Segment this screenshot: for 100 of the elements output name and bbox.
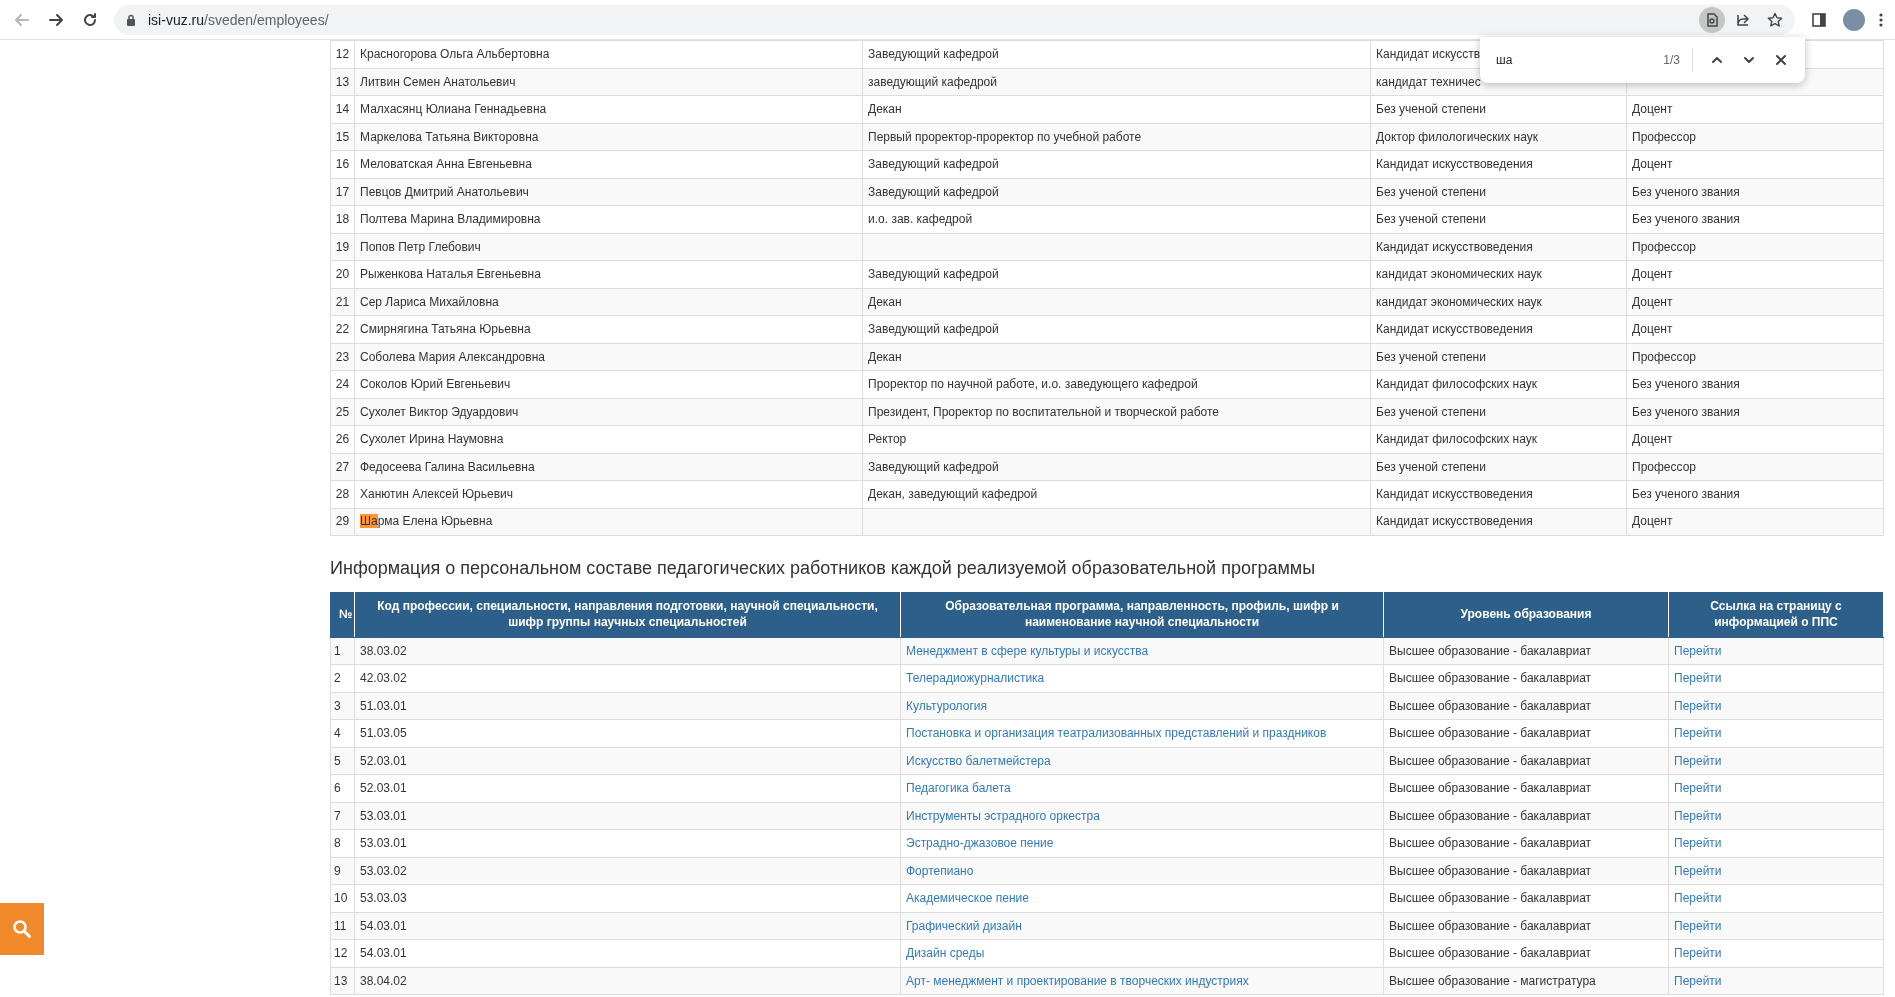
program-link[interactable]: Фортепиано xyxy=(906,863,974,878)
table-cell: Ректор xyxy=(862,425,1371,453)
staff-page-link[interactable]: Перейти xyxy=(1674,863,1722,878)
table-cell: Президент, Проректор по воспитательной и творческой работе xyxy=(862,398,1371,426)
column-header: Код профессии, специальности, направления подготовки, научной специальности, шифр группы научных специальностей xyxy=(354,592,901,637)
staff-page-link[interactable]: Перейти xyxy=(1674,946,1722,961)
table-cell: Смирнягина Татьяна Юрьевна xyxy=(354,315,863,343)
table-cell: Без ученой степени xyxy=(1370,178,1627,206)
staff-page-link[interactable]: Перейти xyxy=(1674,836,1722,851)
staff-page-link[interactable]: Перейти xyxy=(1674,726,1722,741)
table-cell: Доцент xyxy=(1626,315,1884,343)
table-cell: Высшее образование - бакалавриат xyxy=(1383,939,1669,967)
table-cell: Высшее образование - бакалавриат xyxy=(1383,774,1669,802)
program-link[interactable]: Педагогика балета xyxy=(906,781,1011,796)
column-header: Образовательная программа, направленность, профиль, шифр и наименование научной специальности xyxy=(900,592,1384,637)
program-link[interactable]: Культурология xyxy=(906,698,987,713)
table-cell: Кандидат философских наук xyxy=(1370,370,1627,398)
row-number: 29 xyxy=(330,508,355,535)
program-link[interactable]: Дизайн среды xyxy=(906,946,985,961)
row-number: 20 xyxy=(330,260,355,288)
table-cell: Доцент xyxy=(1626,508,1884,535)
row-number: 16 xyxy=(330,150,355,178)
table-cell: Заведующий кафедрой xyxy=(862,150,1371,178)
table-cell: заведующий кафедрой xyxy=(862,68,1371,96)
table-cell: Красногорова Ольга Альбертовна xyxy=(354,40,863,68)
table-cell: Федосеева Галина Васильевна xyxy=(354,453,863,481)
table-cell: Без ученой степени xyxy=(1370,398,1627,426)
program-link[interactable]: Графический дизайн xyxy=(906,918,1022,933)
table-cell: Доцент xyxy=(1626,425,1884,453)
table-cell: Высшее образование - бакалавриат xyxy=(1383,802,1669,830)
staff-page-link[interactable]: Перейти xyxy=(1674,808,1722,823)
program-link[interactable]: Академическое пение xyxy=(906,891,1029,906)
table-cell: Кандидат искусствоведения xyxy=(1370,233,1627,261)
table-cell: 38.03.02 xyxy=(354,637,901,665)
table-cell: 54.03.01 xyxy=(354,939,901,967)
table-cell: кандидат экономических наук xyxy=(1370,260,1627,288)
table-cell: Доцент xyxy=(1626,260,1884,288)
table-cell: Соболева Мария Александровна xyxy=(354,343,863,371)
row-number: 17 xyxy=(330,178,355,206)
table-cell: Профессор xyxy=(1626,343,1884,371)
staff-page-link[interactable]: Перейти xyxy=(1674,671,1722,686)
row-number: 11 xyxy=(330,912,355,940)
table-cell: кандидат экономических наук xyxy=(1370,288,1627,316)
staff-page-link[interactable]: Перейти xyxy=(1674,891,1722,906)
lock-icon xyxy=(126,13,136,26)
table-cell: Рыженкова Наталья Евгеньевна xyxy=(354,260,863,288)
table-cell: Заведующий кафедрой xyxy=(862,315,1371,343)
search-icon xyxy=(12,919,32,939)
table-cell: Без ученого звания xyxy=(1626,480,1884,508)
staff-page-link[interactable]: Перейти xyxy=(1674,698,1722,713)
table-cell: Декан xyxy=(862,343,1371,371)
table-cell: 52.03.01 xyxy=(354,774,901,802)
row-number: 3 xyxy=(330,692,355,720)
program-link[interactable]: Эстрадно-джазовое пение xyxy=(906,836,1054,851)
avatar-icon[interactable] xyxy=(1843,8,1865,31)
table-cell: Маркелова Татьяна Викторовна xyxy=(354,123,863,151)
find-in-page-icon[interactable] xyxy=(1699,6,1725,33)
table-cell: Кандидат искусствоведения xyxy=(1370,508,1627,535)
table-cell: Без ученой степени xyxy=(1370,95,1627,123)
staff-page-link[interactable]: Перейти xyxy=(1674,753,1722,768)
table-cell: 53.03.02 xyxy=(354,857,901,885)
row-number: 23 xyxy=(330,343,355,371)
row-number: 28 xyxy=(330,480,355,508)
program-link[interactable]: Телерадиожурналистика xyxy=(906,671,1045,686)
table-cell: 53.03.01 xyxy=(354,829,901,857)
table-cell: Доцент xyxy=(1626,95,1884,123)
row-number: 21 xyxy=(330,288,355,316)
table-cell: Заведующий кафедрой xyxy=(862,453,1371,481)
staff-page-link[interactable]: Перейти xyxy=(1674,781,1722,796)
table-cell: 51.03.01 xyxy=(354,692,901,720)
address-bar[interactable]: isi-vuz.ru/sveden/employees/ xyxy=(114,4,1795,35)
table-cell: 53.03.03 xyxy=(354,884,901,912)
row-number: 22 xyxy=(330,315,355,343)
row-number: 10 xyxy=(330,884,355,912)
column-header: № xyxy=(330,592,355,637)
staff-page-link[interactable]: Перейти xyxy=(1674,918,1722,933)
table-cell: 52.03.01 xyxy=(354,747,901,775)
staff-page-link[interactable]: Перейти xyxy=(1674,973,1722,988)
table-cell: Попов Петр Глебович xyxy=(354,233,863,261)
row-number: 12 xyxy=(330,939,355,967)
table-cell: Кандидат философских наук xyxy=(1370,425,1627,453)
table-cell: 51.03.05 xyxy=(354,719,901,747)
table-cell: Профессор xyxy=(1626,123,1884,151)
table-cell: Высшее образование - бакалавриат xyxy=(1383,637,1669,665)
table-cell: Сер Лариса Михайловна xyxy=(354,288,863,316)
search-button[interactable] xyxy=(0,903,44,955)
program-link[interactable]: Искусство балетмейстера xyxy=(906,753,1051,768)
table-cell: Без ученого звания xyxy=(1626,205,1884,233)
table-cell: Без ученой степени xyxy=(1370,205,1627,233)
table-cell: Декан, заведующий кафедрой xyxy=(862,480,1371,508)
row-number: 15 xyxy=(330,123,355,151)
table-cell: Без ученого звания xyxy=(1626,370,1884,398)
table-cell: Высшее образование - бакалавриат xyxy=(1383,857,1669,885)
row-number: 26 xyxy=(330,425,355,453)
row-number: 8 xyxy=(330,829,355,857)
table-cell: Профессор xyxy=(1626,453,1884,481)
staff-page-link[interactable]: Перейти xyxy=(1674,643,1722,658)
table-cell: Доктор филологических наук xyxy=(1370,123,1627,151)
table-cell: Певцов Дмитрий Анатольевич xyxy=(354,178,863,206)
row-number: 12 xyxy=(330,40,355,68)
